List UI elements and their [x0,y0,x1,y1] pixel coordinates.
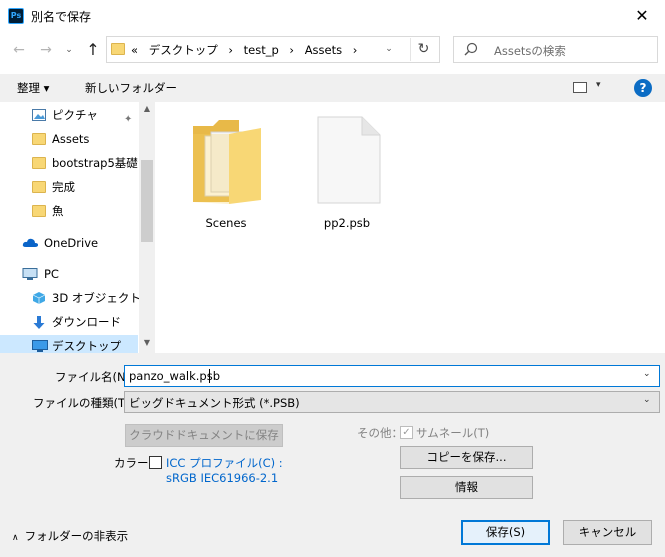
sidebar-item-label: bootstrap5基礎 [52,152,138,174]
sidebar-item-label: デスクトップ [52,335,121,353]
file-item-document[interactable]: pp2.psb [302,110,392,230]
organize-button[interactable]: 整理 ▾ [17,80,49,96]
sidebar-item-pc[interactable]: PC [0,263,138,285]
file-item-folder[interactable]: Scenes [181,110,271,230]
sidebar-scrollbar-thumb[interactable] [141,160,153,242]
breadcrumb-separator[interactable]: › [353,43,358,57]
document-icon [316,116,382,204]
address-dropdown-icon[interactable]: ⌄ [378,38,400,61]
folder-icon [32,181,46,193]
sidebar-item-completed[interactable]: 完成 [0,176,138,198]
breadcrumb: « デスクトップ › test_p › Assets › [131,42,364,58]
thumbnail-label: サムネール(T) [416,425,489,441]
chevron-down-icon[interactable]: ⌄ [643,369,651,379]
sidebar-item-pictures[interactable]: ピクチャ ✦ [0,104,138,126]
sidebar-item-label: ダウンロード [52,311,121,333]
sidebar-item-label: OneDrive [44,232,98,254]
filename-input[interactable]: panzo_walk.psb ⌄ [124,365,660,387]
file-list: Scenes pp2.psb [155,102,665,353]
breadcrumb-separator[interactable]: › [289,43,294,57]
breadcrumb-overflow[interactable]: « [131,43,138,57]
sidebar-item-label: 完成 [52,176,75,198]
sidebar-item-onedrive[interactable]: OneDrive [0,232,138,254]
new-folder-button[interactable]: 新しいフォルダー [85,80,177,96]
search-icon [464,42,478,56]
navigation-pane: ピクチャ ✦ Assets bootstrap5基礎 完成 魚 OneDrive… [0,102,155,353]
view-dropdown-icon[interactable]: ▾ [596,80,601,90]
search-placeholder: Assetsの検索 [494,43,566,59]
other-label: その他： [357,425,403,441]
search-input[interactable]: Assetsの検索 [453,36,658,63]
title-bar: Ps 別名で保存 ✕ [0,0,665,32]
icc-profile-checkbox[interactable] [149,456,162,469]
folder-icon [32,157,46,169]
file-name: pp2.psb [302,216,392,230]
filetype-value: ビッグドキュメント形式 (*.PSB) [129,395,300,411]
sidebar-item-downloads[interactable]: ダウンロード [0,311,138,333]
scroll-up-icon[interactable]: ▲ [139,104,155,116]
info-button[interactable]: 情報 [400,476,533,499]
onedrive-icon [22,237,39,249]
chevron-up-icon: ∧ [12,533,19,543]
breadcrumb-separator[interactable]: › [228,43,233,57]
text-caret [209,369,210,383]
save-button[interactable]: 保存(S) [461,520,550,545]
forward-arrow-icon[interactable]: → [37,40,55,60]
thumbnail-checkbox[interactable]: ✓ [400,426,413,439]
icc-profile-name: sRGB IEC61966-2.1 [166,471,278,485]
back-arrow-icon[interactable]: ← [10,40,28,60]
save-to-cloud-button[interactable]: クラウドドキュメントに保存 [125,424,283,447]
save-copy-button[interactable]: コピーを保存... [400,446,533,469]
sidebar-item-label: 3D オブジェクト [52,287,141,309]
recent-locations-chevron-icon[interactable]: ⌄ [63,40,75,60]
breadcrumb-assets[interactable]: Assets [305,43,342,57]
filetype-label: ファイルの種類(T): [33,395,133,411]
toolbar: 整理 ▾ 新しいフォルダー ▾ ? [0,74,665,102]
pictures-icon [32,109,46,121]
sidebar-item-3d-objects[interactable]: 3D オブジェクト [0,287,138,309]
breadcrumb-test-p[interactable]: test_p [244,43,279,57]
folder-icon [189,114,263,206]
close-button[interactable]: ✕ [619,0,665,32]
hide-folders-label: フォルダーの非表示 [25,529,129,543]
sidebar-item-bootstrap5[interactable]: bootstrap5基礎 [0,152,138,174]
file-name: Scenes [181,216,271,230]
3d-objects-icon [32,292,46,304]
scroll-down-icon[interactable]: ▼ [139,338,155,350]
icc-profile-label[interactable]: ICC プロファイル(C) : [166,455,283,471]
pc-icon [22,268,38,280]
filename-value: panzo_walk.psb [129,369,220,383]
folder-icon [32,133,46,145]
hide-folders-toggle[interactable]: ∧ フォルダーの非表示 [12,528,128,544]
help-icon[interactable]: ? [634,79,652,97]
sidebar-item-label: PC [44,263,59,285]
folder-icon [111,43,125,55]
desktop-icon [32,340,48,352]
view-options-icon[interactable] [573,82,587,93]
folder-icon [32,205,46,217]
up-arrow-icon[interactable]: ↑ [84,39,102,61]
chevron-down-icon[interactable]: ⌄ [643,395,651,405]
save-options-panel: ファイル名(N): panzo_walk.psb ⌄ ファイルの種類(T): ビ… [0,353,665,557]
sidebar-item-label: 魚 [52,200,64,222]
filetype-select[interactable]: ビッグドキュメント形式 (*.PSB) ⌄ [124,391,660,413]
sidebar-item-fish[interactable]: 魚 [0,200,138,222]
window-title: 別名で保存 [31,8,91,25]
filename-label: ファイル名(N): [55,369,134,385]
download-icon [32,316,46,330]
sidebar-item-assets[interactable]: Assets [0,128,138,150]
sidebar-item-label: ピクチャ [52,104,98,126]
photoshop-app-icon: Ps [8,8,24,24]
sidebar-item-label: Assets [52,128,89,150]
cancel-button[interactable]: キャンセル [563,520,652,545]
refresh-icon[interactable]: ↻ [410,38,436,61]
breadcrumb-desktop[interactable]: デスクトップ [149,43,218,57]
sidebar-item-desktop[interactable]: デスクトップ [0,335,138,353]
